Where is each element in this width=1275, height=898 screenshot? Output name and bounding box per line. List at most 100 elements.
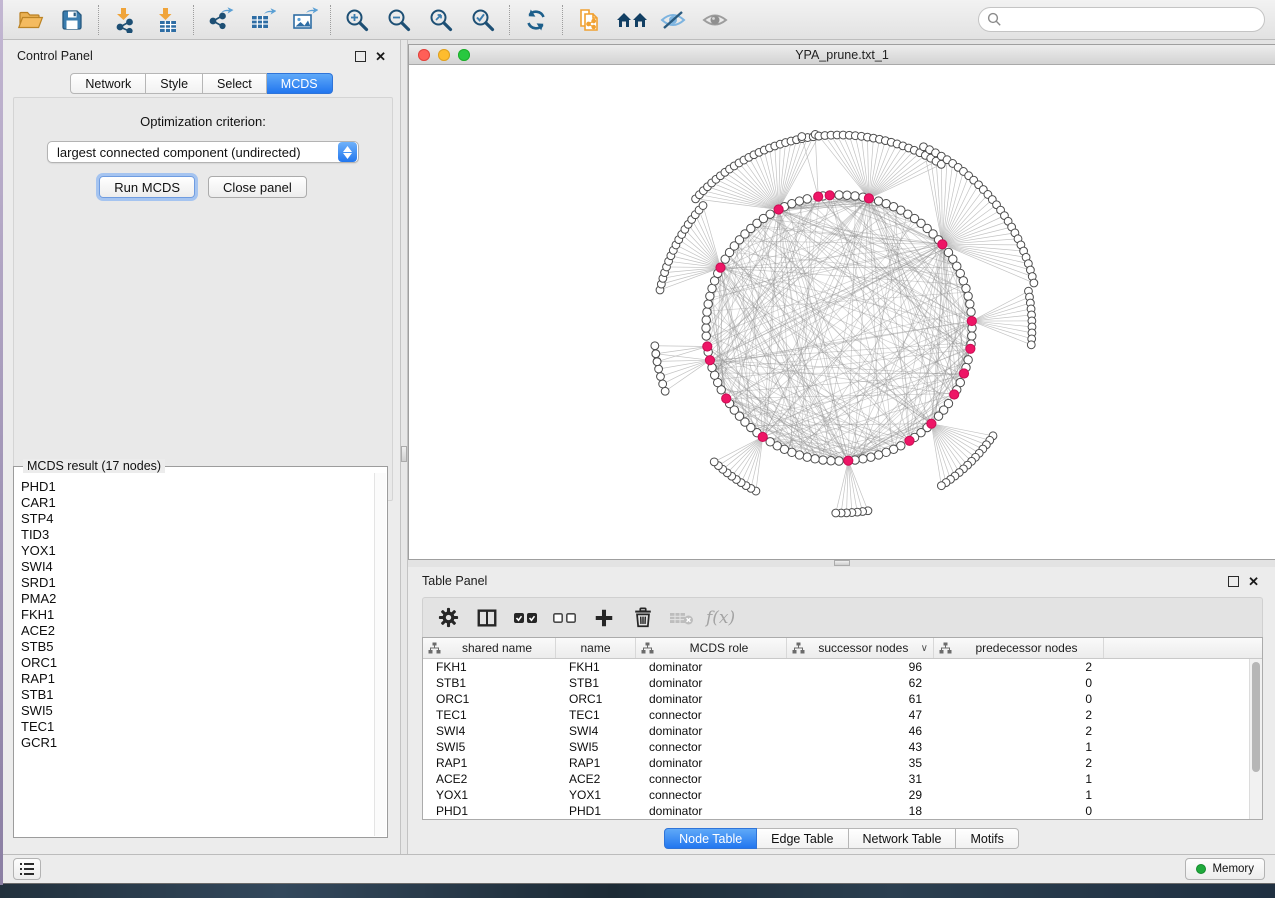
mcds-result-item[interactable]: SWI4: [21, 559, 374, 575]
table-settings-gear-icon[interactable]: [433, 603, 463, 633]
mcds-result-item[interactable]: TID3: [21, 527, 374, 543]
close-panel-icon[interactable]: ✕: [375, 51, 386, 62]
table-row[interactable]: FKH1FKH1dominator962: [423, 659, 1249, 675]
vertical-splitter[interactable]: [400, 40, 408, 854]
column-header-MCDS-role[interactable]: MCDS role: [636, 638, 787, 658]
control-panel-title: Control Panel: [17, 49, 93, 63]
cell-predecessor_nodes: 1: [934, 787, 1104, 803]
table-row[interactable]: PHD1PHD1dominator180: [423, 803, 1249, 819]
network-canvas[interactable]: [409, 65, 1275, 559]
show-columns-icon[interactable]: [472, 603, 502, 633]
horizontal-splitter[interactable]: [408, 560, 1275, 567]
main-toolbar: [3, 0, 1275, 40]
column-header-predecessor-nodes[interactable]: predecessor nodes: [934, 638, 1104, 658]
mcds-result-list[interactable]: PHD1CAR1STP4TID3YOX1SWI4SRD1PMA2FKH1ACE2…: [15, 473, 374, 836]
scrollbar-thumb[interactable]: [1252, 662, 1260, 772]
export-image-icon[interactable]: [289, 5, 319, 35]
delete-table-icon: [667, 603, 697, 633]
cell-mcds_role: dominator: [636, 691, 787, 707]
import-table-icon[interactable]: [152, 5, 182, 35]
select-all-icon[interactable]: [511, 603, 541, 633]
criterion-dropdown[interactable]: largest connected component (undirected): [47, 141, 359, 163]
float-panel-icon[interactable]: [355, 51, 366, 62]
deselect-all-icon[interactable]: [550, 603, 580, 633]
tab-mcds[interactable]: MCDS: [267, 73, 333, 94]
save-icon[interactable]: [57, 5, 87, 35]
search-input[interactable]: [978, 7, 1265, 32]
table-row[interactable]: TEC1TEC1connector472: [423, 707, 1249, 723]
network-titlebar: YPA_prune.txt_1: [409, 45, 1275, 65]
close-panel-icon[interactable]: ✕: [1248, 576, 1259, 587]
table-row[interactable]: SWI4SWI4dominator462: [423, 723, 1249, 739]
table-scrollbar[interactable]: [1249, 659, 1262, 819]
mcds-result-item[interactable]: TEC1: [21, 719, 374, 735]
table-row[interactable]: STB1STB1dominator620: [423, 675, 1249, 691]
clone-network-icon[interactable]: [574, 5, 604, 35]
mcds-result-item[interactable]: STP4: [21, 511, 374, 527]
column-header-successor-nodes[interactable]: successor nodes∨: [787, 638, 934, 658]
table-row[interactable]: SWI5SWI5connector431: [423, 739, 1249, 755]
tab-network-table[interactable]: Network Table: [849, 828, 957, 849]
first-neighbors-icon[interactable]: [616, 5, 646, 35]
export-network-icon[interactable]: [205, 5, 235, 35]
tab-style[interactable]: Style: [146, 73, 203, 94]
float-panel-icon[interactable]: [1228, 576, 1239, 587]
cell-shared_name: SWI4: [423, 723, 556, 739]
cell-mcds_role: dominator: [636, 755, 787, 771]
mcds-result-item[interactable]: STB5: [21, 639, 374, 655]
mcds-result-item[interactable]: GCR1: [21, 735, 374, 751]
tab-motifs[interactable]: Motifs: [956, 828, 1018, 849]
column-header-shared-name[interactable]: shared name: [423, 638, 556, 658]
mcds-result-item[interactable]: PHD1: [21, 479, 374, 495]
mcds-result-item[interactable]: ORC1: [21, 655, 374, 671]
show-all-icon[interactable]: [700, 5, 730, 35]
hide-selected-icon[interactable]: [658, 5, 688, 35]
export-table-icon[interactable]: [247, 5, 277, 35]
mcds-result-item[interactable]: PMA2: [21, 591, 374, 607]
mcds-result-item[interactable]: SRD1: [21, 575, 374, 591]
zoom-fit-icon[interactable]: [426, 5, 456, 35]
create-column-icon[interactable]: [589, 603, 619, 633]
open-file-icon[interactable]: [15, 5, 45, 35]
cell-successor_nodes: 62: [787, 675, 934, 691]
refresh-layout-icon[interactable]: [521, 5, 551, 35]
zoom-selected-icon[interactable]: [468, 5, 498, 35]
table-tabs: Node Table Edge Table Network Table Moti…: [408, 827, 1275, 849]
tab-node-table[interactable]: Node Table: [664, 828, 757, 849]
splitter-handle[interactable]: [401, 446, 407, 462]
table-body[interactable]: FKH1FKH1dominator962STB1STB1dominator620…: [423, 659, 1249, 819]
mcds-result-item[interactable]: FKH1: [21, 607, 374, 623]
import-network-icon[interactable]: [110, 5, 140, 35]
mcds-result-item[interactable]: CAR1: [21, 495, 374, 511]
mcds-result-item[interactable]: ACE2: [21, 623, 374, 639]
zoom-out-icon[interactable]: [384, 5, 414, 35]
splitter-handle[interactable]: [834, 560, 850, 566]
table-row[interactable]: ACE2ACE2connector311: [423, 771, 1249, 787]
optimization-criterion-label: Optimization criterion:: [14, 114, 392, 129]
memory-status-icon: [1196, 864, 1206, 874]
mcds-result-item[interactable]: YOX1: [21, 543, 374, 559]
tab-edge-table[interactable]: Edge Table: [757, 828, 848, 849]
delete-column-trash-icon[interactable]: [628, 603, 658, 633]
column-header-name[interactable]: name: [556, 638, 636, 658]
mcds-list-scrollbar[interactable]: [374, 473, 386, 836]
run-mcds-button[interactable]: Run MCDS: [99, 176, 195, 198]
table-row[interactable]: RAP1RAP1dominator352: [423, 755, 1249, 771]
close-panel-button[interactable]: Close panel: [208, 176, 307, 198]
table-row[interactable]: YOX1YOX1connector291: [423, 787, 1249, 803]
search-icon: [987, 12, 1002, 32]
table-row[interactable]: ORC1ORC1dominator610: [423, 691, 1249, 707]
mcds-result-title: MCDS result (17 nodes): [23, 459, 165, 473]
tab-select[interactable]: Select: [203, 73, 267, 94]
cell-predecessor_nodes: 1: [934, 739, 1104, 755]
cell-mcds_role: dominator: [636, 803, 787, 819]
task-history-icon[interactable]: [13, 858, 41, 880]
zoom-in-icon[interactable]: [342, 5, 372, 35]
mcds-result-item[interactable]: STB1: [21, 687, 374, 703]
memory-button[interactable]: Memory: [1185, 858, 1265, 880]
tab-network[interactable]: Network: [70, 73, 146, 94]
right-area: YPA_prune.txt_1 Table Panel: [408, 40, 1275, 854]
mcds-result-item[interactable]: SWI5: [21, 703, 374, 719]
control-panel-header: Control Panel ✕: [3, 40, 400, 72]
mcds-result-item[interactable]: RAP1: [21, 671, 374, 687]
